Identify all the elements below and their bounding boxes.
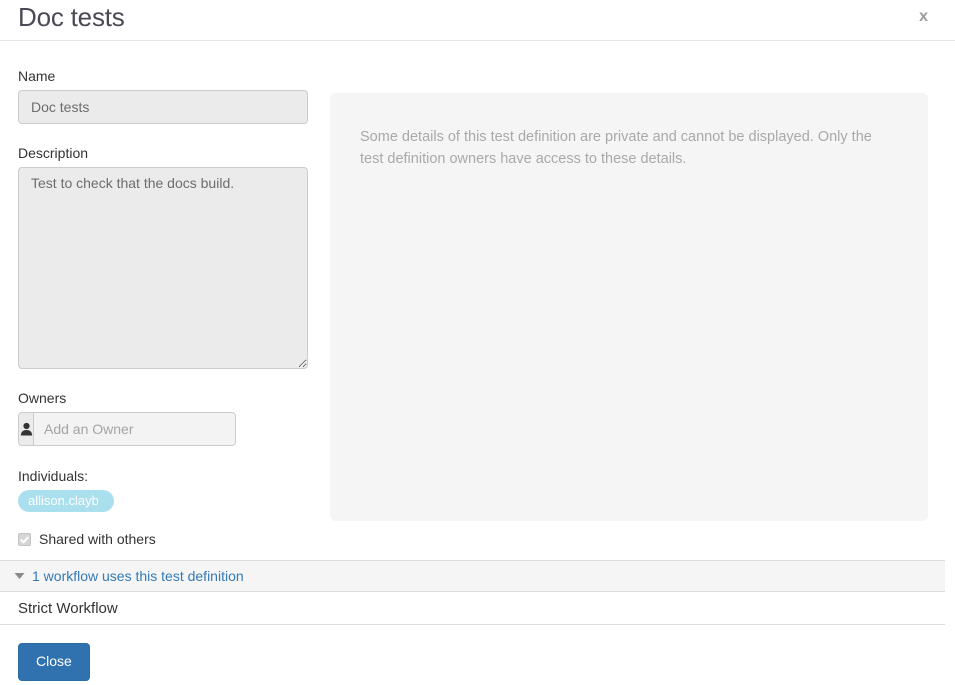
- owner-input-group: [18, 412, 236, 446]
- name-label: Name: [18, 67, 310, 85]
- workflow-usage-link[interactable]: 1 workflow uses this test definition: [32, 568, 244, 584]
- shared-checkbox-label: Shared with others: [39, 531, 156, 547]
- name-input[interactable]: [18, 90, 308, 124]
- test-definition-form: Name Description Owners Individuals: all…: [18, 41, 310, 547]
- owner-tag[interactable]: allison.clayb: [18, 490, 114, 512]
- shared-with-others-row[interactable]: Shared with others: [18, 531, 310, 547]
- owner-search-input[interactable]: [33, 412, 236, 446]
- list-item[interactable]: Strict Workflow: [0, 592, 945, 625]
- page-title: Doc tests: [18, 0, 125, 34]
- modal-footer: Close: [0, 625, 955, 685]
- user-icon: [18, 412, 33, 446]
- private-details-message: Some details of this test definition are…: [360, 126, 898, 170]
- owners-label: Owners: [18, 389, 310, 407]
- workflow-accordion-header[interactable]: 1 workflow uses this test definition: [0, 560, 945, 592]
- description-textarea[interactable]: [18, 167, 308, 369]
- shared-checkbox[interactable]: [18, 533, 31, 546]
- description-label: Description: [18, 144, 310, 162]
- close-icon[interactable]: x: [915, 6, 932, 28]
- private-details-panel: Some details of this test definition are…: [330, 93, 928, 521]
- chevron-down-icon: [14, 572, 25, 580]
- modal-body: Name Description Owners Individuals: all…: [0, 41, 955, 553]
- modal-header: Doc tests x: [0, 0, 955, 41]
- close-button[interactable]: Close: [18, 643, 90, 681]
- individuals-label: Individuals:: [18, 468, 310, 484]
